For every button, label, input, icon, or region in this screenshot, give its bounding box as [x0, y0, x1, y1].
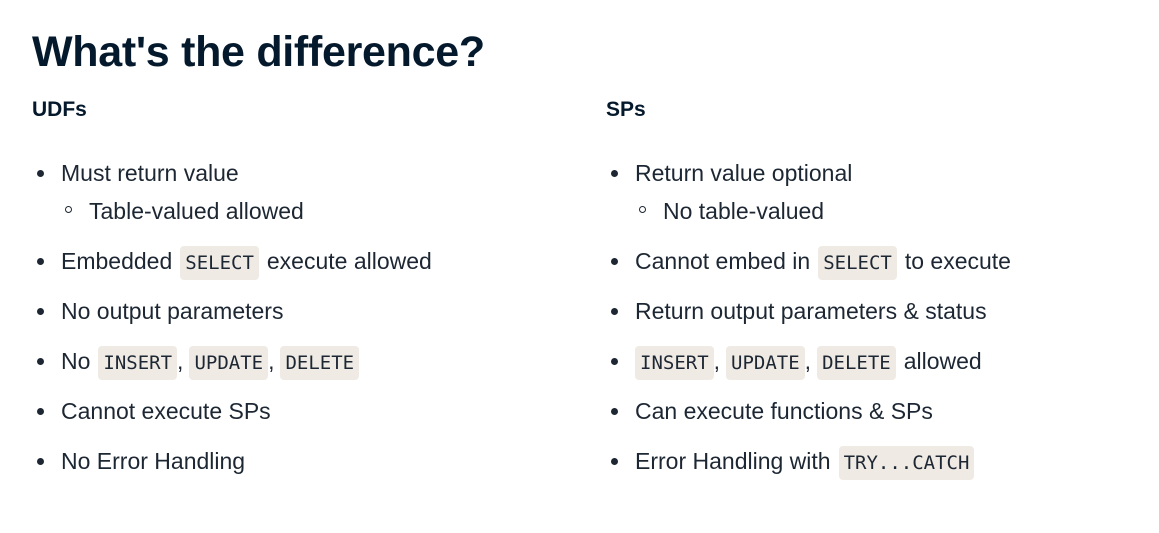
bullet-icon: [611, 358, 618, 365]
page-title: What's the difference?: [32, 28, 485, 76]
item-text: Error Handling with: [635, 448, 831, 475]
code-snippet: SELECT: [180, 246, 259, 280]
item-text: to execute: [904, 248, 1011, 275]
udfs-column: UDFs Must return value Table-valued allo…: [32, 94, 572, 474]
separator: ,: [713, 348, 721, 375]
hollow-bullet-icon: [639, 206, 646, 213]
bullet-icon: [37, 408, 44, 415]
list-item: No output parameters: [32, 296, 572, 326]
list-item: Return output parameters & status: [606, 296, 1146, 326]
code-snippet: DELETE: [817, 346, 896, 380]
sps-list: Return value optional No table-valued Ca…: [606, 158, 1146, 496]
list-item: No INSERT, UPDATE, DELETE: [32, 346, 572, 380]
item-text: Must return value: [61, 160, 239, 186]
list-item: Must return value Table-valued allowed: [32, 158, 572, 226]
list-item: Return value optional No table-valued: [606, 158, 1146, 226]
bullet-icon: [611, 258, 618, 265]
item-text: No: [61, 348, 91, 375]
code-snippet: TRY...CATCH: [838, 446, 975, 480]
separator: ,: [804, 348, 812, 375]
bullet-icon: [37, 458, 44, 465]
bullet-icon: [611, 170, 618, 177]
bullet-icon: [611, 308, 618, 315]
code-snippet: UPDATE: [189, 346, 269, 380]
item-text: Return output parameters & status: [635, 298, 987, 324]
bullet-icon: [37, 308, 44, 315]
list-item: INSERT, UPDATE, DELETE allowed: [606, 346, 1146, 380]
list-item: Cannot execute SPs: [32, 396, 572, 426]
bullet-icon: [611, 408, 618, 415]
udfs-list: Must return value Table-valued allowed E…: [32, 158, 572, 496]
bullet-icon: [37, 358, 44, 365]
list-item: Embedded SELECT execute allowed: [32, 246, 572, 280]
item-text: Return value optional: [635, 160, 853, 186]
separator: ,: [177, 348, 184, 375]
list-item: Can execute functions & SPs: [606, 396, 1146, 426]
list-item: Cannot embed in SELECT to execute: [606, 246, 1146, 280]
code-snippet: SELECT: [818, 246, 897, 280]
code-snippet: DELETE: [280, 346, 360, 380]
item-text: No output parameters: [61, 298, 284, 324]
code-snippet: UPDATE: [726, 346, 805, 380]
sps-column: SPs Return value optional No table-value…: [606, 94, 1146, 480]
item-text: allowed: [903, 348, 982, 375]
sub-list-item: Table-valued allowed: [61, 196, 572, 226]
list-item: Error Handling with TRY...CATCH: [606, 446, 1146, 480]
sub-list-item: No table-valued: [635, 196, 1146, 226]
sub-item-text: No table-valued: [663, 198, 825, 224]
code-snippet: INSERT: [98, 346, 178, 380]
item-text: Cannot execute SPs: [61, 398, 271, 424]
separator: ,: [268, 348, 275, 375]
code-snippet: INSERT: [635, 346, 714, 380]
udfs-heading: UDFs: [32, 98, 87, 121]
item-text: No Error Handling: [61, 448, 246, 474]
bullet-icon: [37, 258, 44, 265]
item-text: Cannot embed in: [635, 248, 811, 275]
sps-heading: SPs: [606, 98, 646, 121]
item-text: Can execute functions & SPs: [635, 398, 933, 424]
sub-item-text: Table-valued allowed: [89, 198, 304, 224]
item-text: Embedded: [61, 248, 173, 275]
hollow-bullet-icon: [65, 206, 72, 213]
bullet-icon: [37, 170, 44, 177]
list-item: No Error Handling: [32, 446, 572, 476]
item-text: execute allowed: [266, 248, 432, 275]
bullet-icon: [611, 458, 618, 465]
